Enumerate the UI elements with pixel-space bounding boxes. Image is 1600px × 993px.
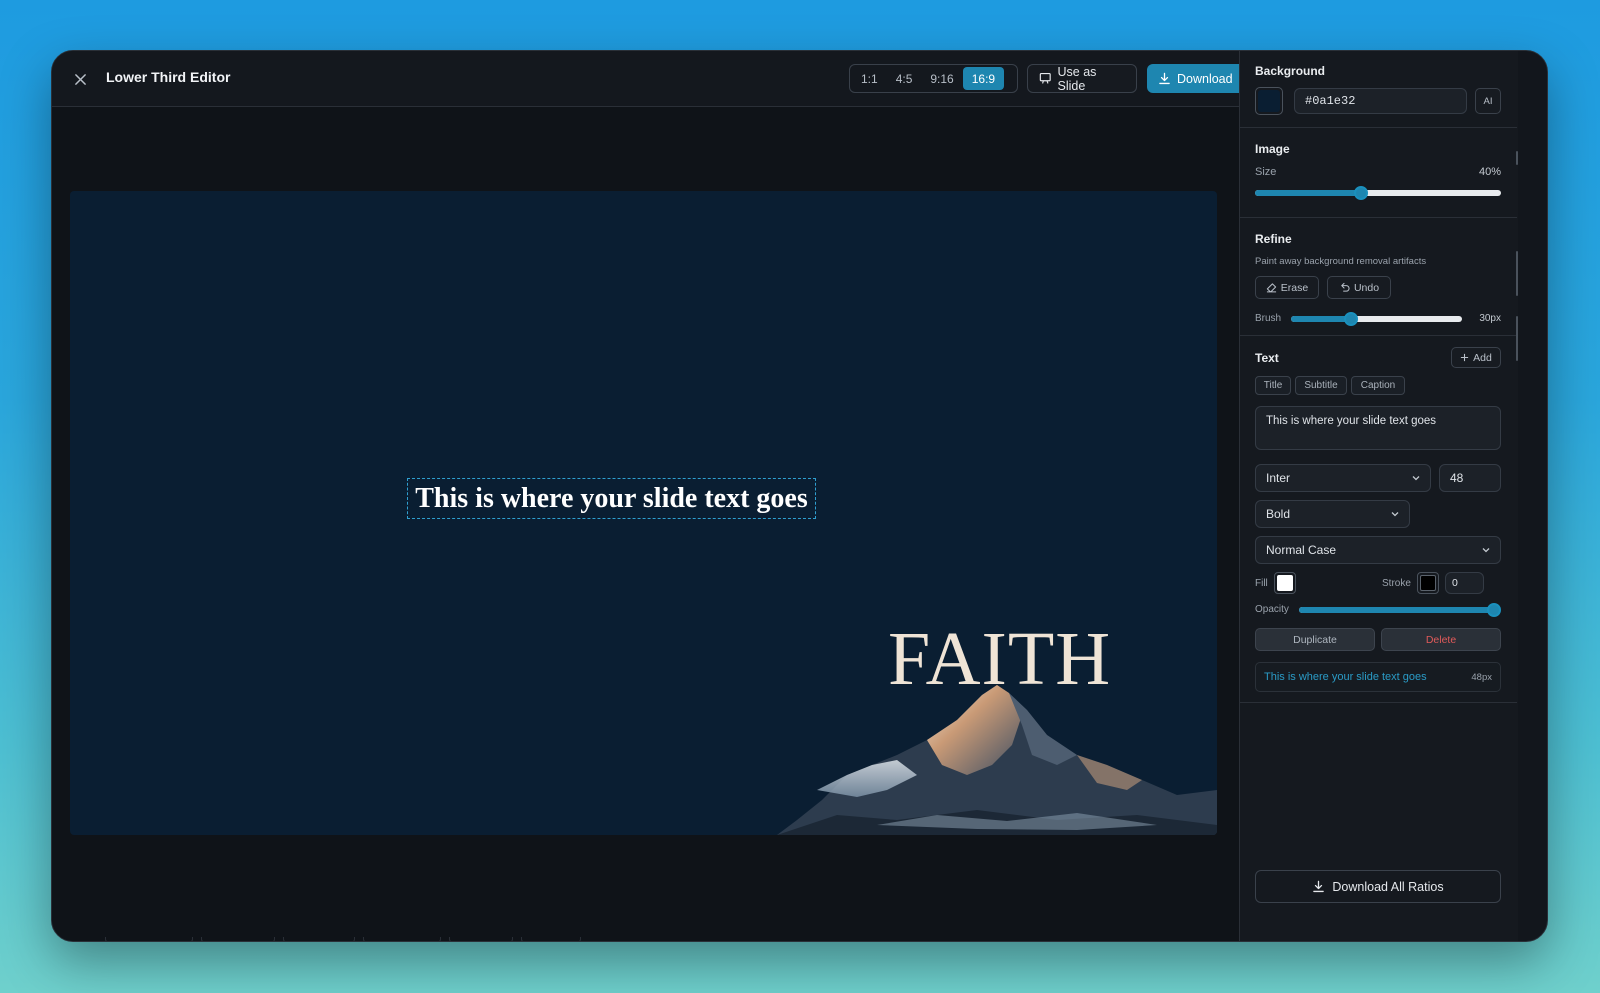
download-button[interactable]: Download — [1147, 64, 1245, 93]
thumbnail-tab[interactable] — [363, 937, 441, 941]
thumbnail-tab[interactable] — [105, 937, 193, 941]
chevron-down-icon — [1412, 476, 1420, 481]
stroke-color-swatch[interactable] — [1417, 572, 1439, 594]
ratio-4-5-button[interactable]: 4:5 — [887, 67, 922, 90]
slider-fill — [1299, 607, 1494, 613]
download-all-ratios-button[interactable]: Download All Ratios — [1255, 870, 1501, 903]
text-layer-size: 48px — [1471, 671, 1492, 683]
slide-canvas[interactable]: This is where your slide text goes FAITH — [70, 191, 1217, 835]
preset-caption-chip[interactable]: Caption — [1351, 376, 1405, 395]
slide-text-layer[interactable]: This is where your slide text goes — [407, 478, 816, 519]
properties-panel: Background #0a1e32 AI Image Size 40% Ref… — [1239, 51, 1518, 941]
background-color-swatch[interactable] — [1255, 87, 1283, 115]
undo-icon — [1341, 282, 1350, 292]
fill-color-swatch[interactable] — [1274, 572, 1296, 594]
brush-size-slider[interactable] — [1291, 312, 1462, 326]
add-text-label: Add — [1473, 351, 1492, 364]
slider-handle[interactable] — [1487, 603, 1501, 617]
delete-button[interactable]: Delete — [1381, 628, 1501, 651]
editor-header: Lower Third Editor 1:1 4:5 9:16 16:9 Use… — [52, 51, 1264, 107]
chevron-down-icon — [1482, 548, 1490, 553]
download-all-label: Download All Ratios — [1332, 879, 1444, 894]
refine-section: Refine Paint away background removal art… — [1240, 218, 1517, 336]
download-icon — [1159, 72, 1170, 85]
stroke-color-chip — [1420, 575, 1436, 591]
undo-label: Undo — [1353, 281, 1380, 294]
scrollbar-thumb[interactable] — [1516, 251, 1518, 296]
thumbnail-tab[interactable] — [201, 937, 275, 941]
size-label: Size — [1255, 166, 1277, 178]
erase-button[interactable]: Erase — [1255, 276, 1319, 299]
image-size-slider[interactable] — [1255, 186, 1501, 200]
scrollbar-thumb[interactable] — [1516, 316, 1518, 361]
font-weight-select[interactable]: Bold — [1255, 500, 1410, 528]
fill-label: Fill — [1255, 578, 1268, 589]
brush-label: Brush — [1255, 313, 1282, 324]
thumbnail-tab[interactable] — [521, 937, 581, 941]
text-case-select[interactable]: Normal Case — [1255, 536, 1501, 564]
duplicate-button[interactable]: Duplicate — [1255, 628, 1375, 651]
scrollbar-thumb[interactable] — [1516, 151, 1518, 165]
chevron-down-icon — [1391, 512, 1399, 517]
background-title: Background — [1255, 64, 1326, 78]
refine-description: Paint away background removal artifacts — [1255, 256, 1427, 267]
slider-handle[interactable] — [1353, 186, 1368, 200]
ai-background-button[interactable]: AI — [1475, 88, 1501, 114]
aspect-ratio-selector: 1:1 4:5 9:16 16:9 — [849, 64, 1018, 93]
download-icon — [1313, 880, 1325, 893]
text-section: Text Add Title Subtitle Caption This is … — [1240, 336, 1517, 703]
brush-value: 30px — [1479, 313, 1501, 324]
close-button[interactable] — [68, 67, 92, 91]
slider-handle[interactable] — [1343, 312, 1358, 326]
text-content-input[interactable]: This is where your slide text goes — [1255, 406, 1501, 450]
faith-mountain-image[interactable]: FAITH — [777, 615, 1217, 835]
close-icon — [74, 73, 86, 85]
use-as-slide-label: Use as Slide — [1057, 64, 1097, 93]
image-title: Image — [1255, 142, 1290, 156]
ratio-16-9-button[interactable]: 16:9 — [962, 67, 1005, 90]
eraser-icon — [1266, 283, 1276, 293]
editor-window: Lower Third Editor 1:1 4:5 9:16 16:9 Use… — [51, 50, 1548, 942]
opacity-slider[interactable] — [1299, 603, 1501, 617]
font-weight-value: Bold — [1266, 507, 1291, 521]
image-section: Image Size 40% — [1240, 128, 1517, 218]
ratio-9-16-button[interactable]: 9:16 — [921, 67, 962, 90]
erase-label: Erase — [1280, 281, 1309, 294]
preset-title-chip[interactable]: Title — [1255, 376, 1291, 395]
download-label: Download — [1177, 71, 1233, 86]
stroke-label: Stroke — [1382, 578, 1411, 589]
undo-button[interactable]: Undo — [1327, 276, 1391, 299]
canvas-workspace: This is where your slide text goes FAITH — [52, 107, 1264, 941]
opacity-label: Opacity — [1255, 604, 1289, 615]
ratio-thumbnails — [105, 937, 581, 941]
text-case-value: Normal Case — [1266, 543, 1337, 557]
thumbnail-tab[interactable] — [449, 937, 513, 941]
stroke-width-input[interactable]: 0 — [1445, 572, 1484, 594]
slide-text: This is where your slide text goes — [415, 482, 808, 514]
background-hex-input[interactable]: #0a1e32 — [1294, 88, 1467, 114]
image-word: FAITH — [888, 617, 1112, 701]
font-family-select[interactable]: Inter — [1255, 464, 1431, 492]
fill-color-chip — [1277, 575, 1293, 591]
background-color-chip — [1258, 90, 1280, 112]
thumbnail-tab[interactable] — [283, 937, 355, 941]
slide-icon — [1039, 73, 1051, 84]
slider-fill — [1291, 316, 1351, 322]
text-layer-item[interactable]: This is where your slide text goes 48px — [1255, 662, 1501, 692]
use-as-slide-button[interactable]: Use as Slide — [1027, 64, 1137, 93]
size-value: 40% — [1478, 166, 1501, 178]
font-family-value: Inter — [1266, 471, 1291, 485]
font-size-input[interactable]: 48 — [1439, 464, 1501, 492]
page-title: Lower Third Editor — [106, 69, 231, 85]
ratio-1-1-button[interactable]: 1:1 — [852, 67, 887, 90]
text-layer-label: This is where your slide text goes — [1264, 671, 1427, 683]
background-section: Background #0a1e32 AI — [1240, 51, 1517, 128]
slider-fill — [1255, 190, 1361, 196]
refine-title: Refine — [1255, 232, 1292, 246]
plus-icon — [1461, 353, 1469, 362]
preset-subtitle-chip[interactable]: Subtitle — [1295, 376, 1347, 395]
text-title: Text — [1255, 351, 1279, 365]
add-text-button[interactable]: Add — [1451, 347, 1501, 368]
